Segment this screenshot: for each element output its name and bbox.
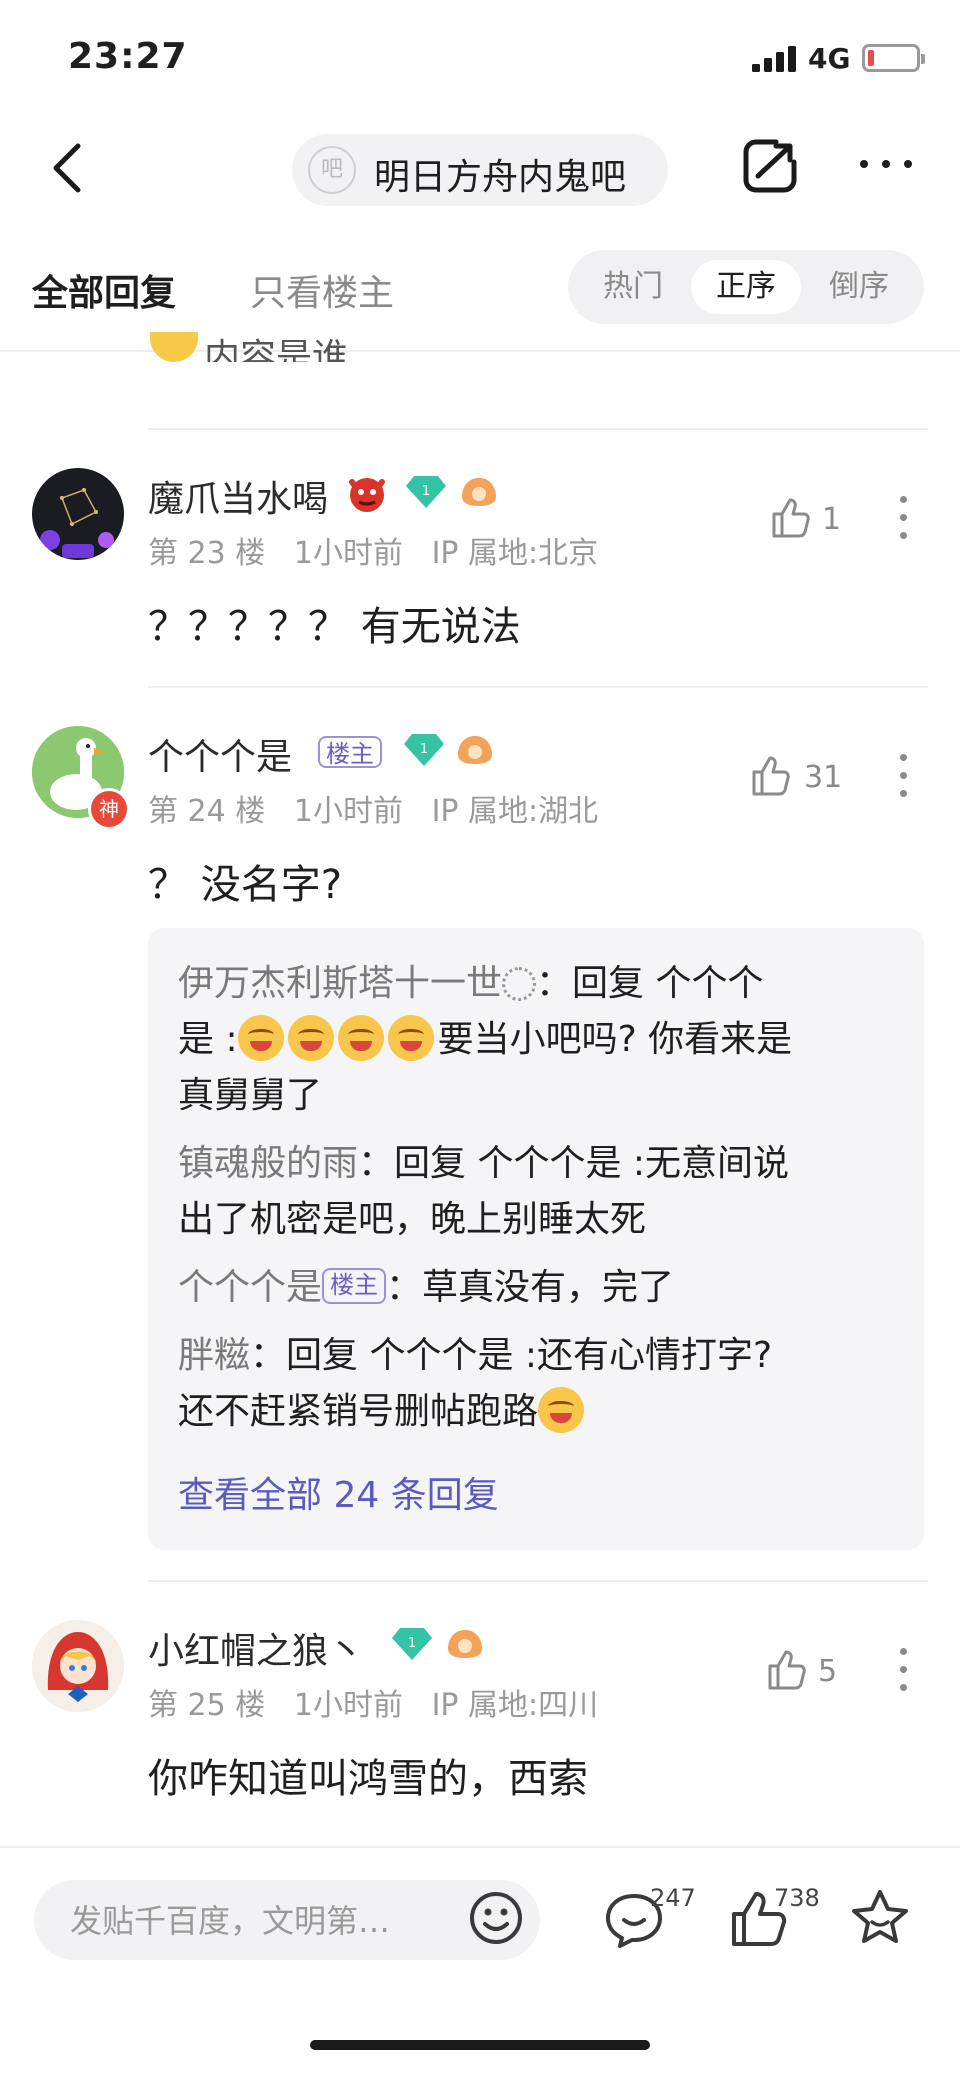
emoji-icon [150,332,198,362]
post-floor: 第 23 楼 [148,536,266,571]
post-text: ？ 没名字? [148,862,342,908]
like-count: 1 [822,502,842,537]
post-time: 1小时前 [293,536,403,571]
avatar-badge: 神 [88,788,130,830]
sub-reply-text: 还不赶紧销号删帖跑路 [178,1391,539,1432]
laugh-emoji-icon [387,1015,434,1061]
battery-icon [862,44,925,72]
divider [148,1580,928,1582]
sort-switch: 热门 正序 倒序 [568,250,924,324]
status-time: 23:27 [68,36,188,77]
sub-reply-author[interactable]: 镇魂般的雨 [178,1143,358,1184]
tab-all-replies[interactable]: 全部回复 [32,264,176,316]
post-ip: IP 属地:湖北 [431,794,599,829]
sub-reply-text: ：草真没有，完了 [386,1267,675,1308]
lion-badge-icon [448,1630,482,1658]
op-tag: 楼主 [318,736,382,768]
tab-op-only[interactable]: 只看楼主 [250,264,394,316]
share-icon[interactable] [740,136,800,196]
network-label: 4G [808,42,851,75]
gem-badge-icon: 1 [404,734,444,766]
level-number: 1 [408,1636,416,1651]
like-icon[interactable] [766,1648,806,1690]
comment-count: 247 [650,1884,696,1912]
forum-logo: 吧 [308,146,356,194]
post-text: 你咋知道叫鸿雪的，西索 [148,1756,588,1802]
smile-emoji-icon [538,1387,585,1433]
like-count: 31 [804,760,843,795]
lion-badge-icon [458,736,492,764]
emoji-icon[interactable] [468,1890,524,1946]
star-icon[interactable] [850,1888,910,1946]
gem-badge-icon: 1 [392,1628,432,1660]
lion-badge-icon [462,478,496,506]
kebab-icon[interactable] [898,1648,908,1692]
back-icon[interactable] [48,140,88,196]
sub-reply-text: 真舅舅了 [178,1075,323,1116]
post-floor: 第 24 楼 [148,794,266,829]
divider [148,428,928,430]
laugh-emoji-icon [337,1015,384,1061]
level-number: 1 [420,742,428,757]
like-count-total: 738 [774,1884,820,1912]
laugh-emoji-icon [237,1015,284,1061]
sub-reply[interactable]: 镇魂般的雨：回复 个个个是 :无意间说 [178,1136,908,1192]
sub-reply[interactable]: 伊万杰利斯塔十一世 ：回复 个个个 [178,956,908,1012]
like-count: 5 [818,1654,838,1689]
sort-desc[interactable]: 倒序 [804,260,914,314]
sub-reply-author[interactable]: 伊万杰利斯塔十一世 [178,963,502,1004]
sort-hot[interactable]: 热门 [578,260,688,314]
divider [148,686,928,688]
avatar[interactable] [32,1620,124,1712]
reply-input-pill[interactable] [34,1880,540,1960]
sub-reply[interactable]: 胖糍：回复 个个个是 :还有心情打字? [178,1328,908,1384]
post-ip: IP 属地:四川 [431,1688,599,1723]
sub-reply-text: ：回复 个个个 [536,963,764,1004]
post-time: 1小时前 [293,1688,403,1723]
sub-reply-text: ：回复 个个个是 :还有心情打字? [250,1335,773,1376]
post-ip: IP 属地:北京 [431,536,599,571]
sub-reply[interactable]: 个个个是 楼主 ：草真没有，完了 [178,1260,908,1316]
bottom-divider [0,1846,960,1848]
sub-reply-text: ：回复 个个个是 :无意间说 [358,1143,790,1184]
sub-reply-text: 出了机密是吧，晚上别睡太死 [178,1199,647,1240]
sort-asc[interactable]: 正序 [691,260,801,314]
post-username[interactable]: 小红帽之狼丶 [148,1622,364,1674]
home-indicator[interactable] [310,2040,650,2050]
kebab-icon[interactable] [898,496,908,540]
sub-reply-cont: 还不赶紧销号删帖跑路 [178,1384,908,1440]
post-floor: 第 25 楼 [148,1688,266,1723]
post-text: ？？？？？ 有无说法 [148,604,521,650]
sub-reply-text: 要当小吧吗? 你看来是 [437,1019,793,1060]
gear-icon [502,967,537,1001]
partial-post-text: 内容是谁 [204,337,349,362]
header-divider [0,350,960,352]
forum-name: 明日方舟内鬼吧 [374,157,627,198]
devil-emoji-icon [349,478,385,512]
avatar[interactable] [32,468,124,560]
sub-reply-cont: 是 : 要当小吧吗? 你看来是 [178,1012,908,1068]
post-username[interactable]: 魔爪当水喝 [148,470,328,522]
forum-title-pill[interactable]: 吧 明日方舟内鬼吧 [292,134,668,206]
sub-reply-box: 伊万杰利斯塔十一世 ：回复 个个个 是 : 要当小吧吗? 你看来是 真舅舅了 镇魂般… [148,928,924,1550]
gem-badge-icon: 1 [406,476,446,508]
reply-input[interactable] [68,1894,452,1948]
sub-reply-author[interactable]: 个个个是 [178,1267,322,1308]
like-icon[interactable] [770,496,810,538]
sub-reply-author[interactable]: 胖糍 [178,1335,250,1376]
view-all-replies-link[interactable]: 查看全部 24 条回复 [178,1466,499,1518]
more-icon[interactable] [858,152,914,176]
post-time: 1小时前 [293,794,403,829]
laugh-emoji-icon [287,1015,334,1061]
signal-icon [752,46,796,72]
sub-reply-text: 是 : [178,1019,238,1060]
level-number: 1 [422,484,430,499]
op-tag: 楼主 [322,1268,387,1304]
kebab-icon[interactable] [898,754,908,798]
like-icon[interactable] [750,754,790,796]
post-username[interactable]: 个个个是 [148,728,292,780]
